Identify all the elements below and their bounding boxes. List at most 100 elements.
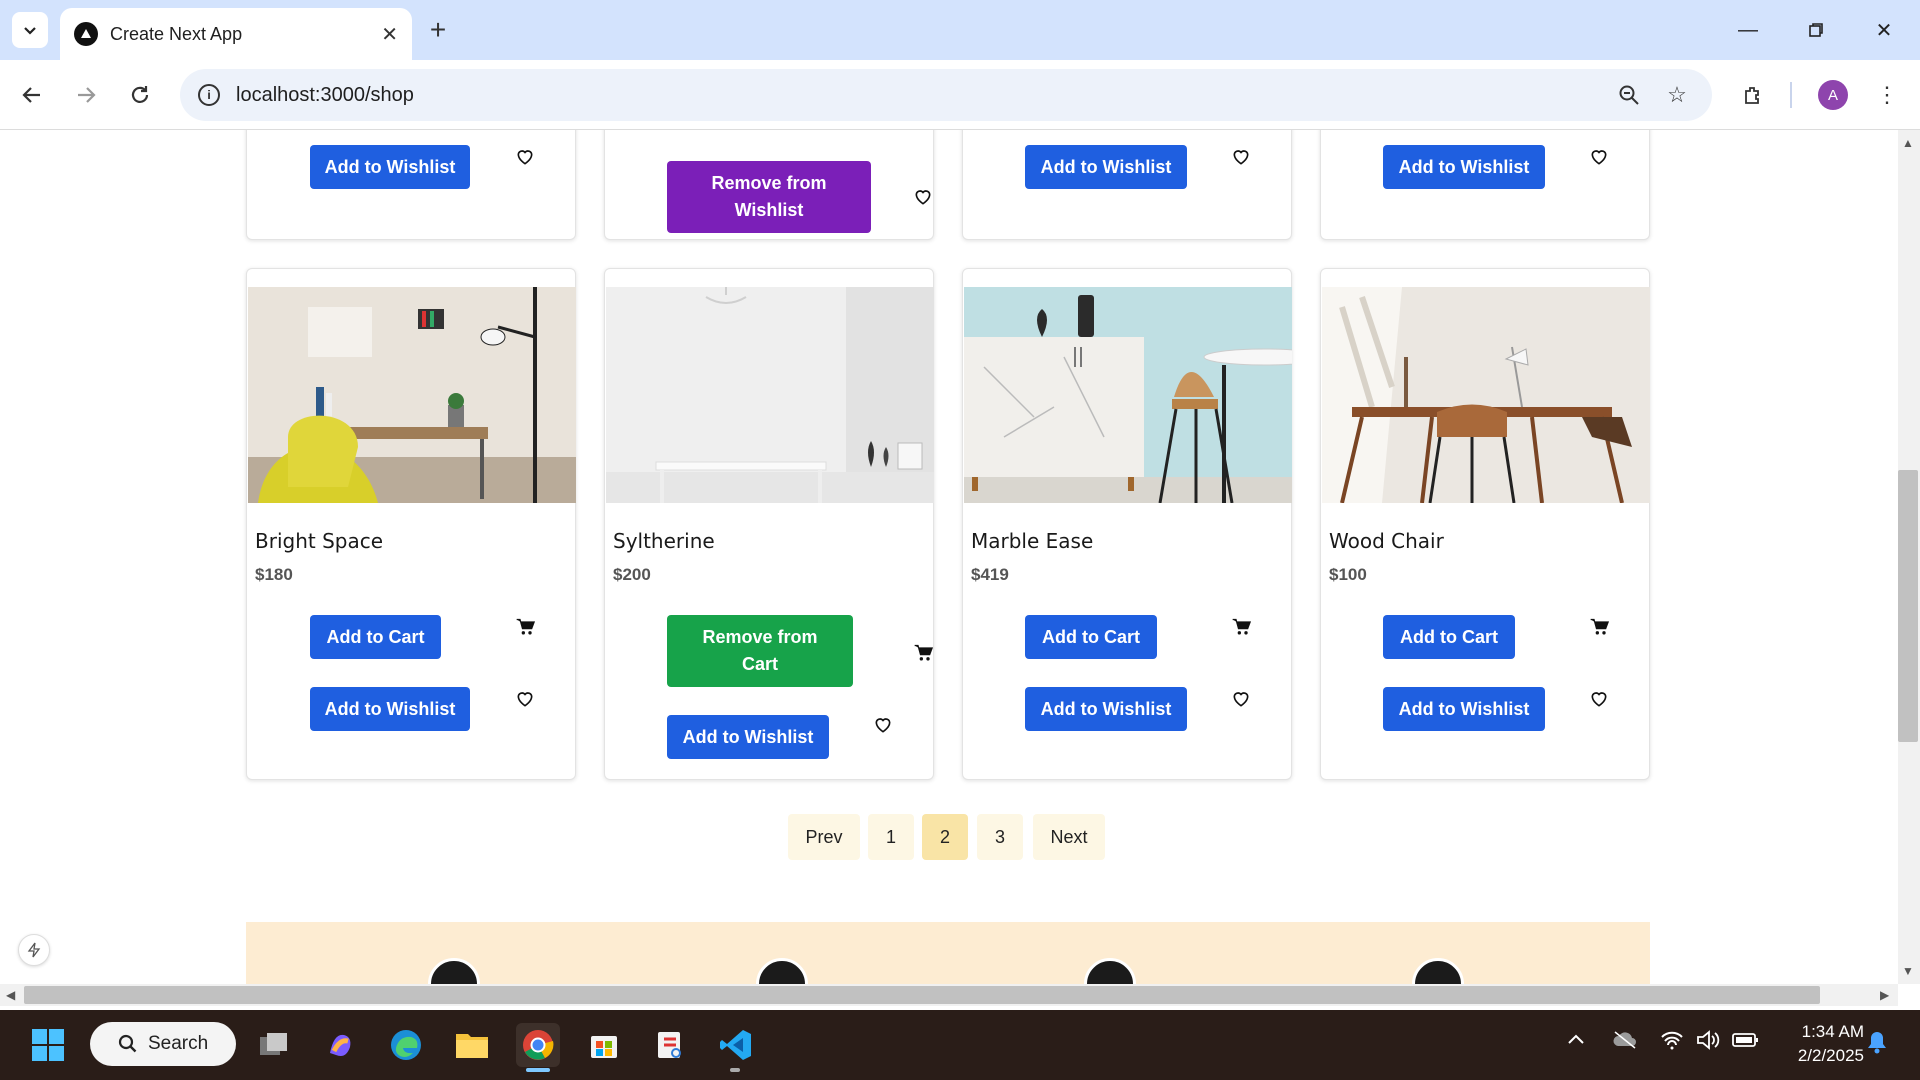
reload-icon — [131, 86, 149, 103]
profile-avatar[interactable]: A — [1818, 80, 1848, 110]
scroll-right-arrow-icon[interactable]: ▶ — [1880, 988, 1889, 1002]
microsoft-store-icon[interactable] — [582, 1023, 626, 1067]
nextjs-dev-indicator-icon[interactable] — [18, 934, 50, 966]
tab-title: Create Next App — [110, 23, 243, 44]
heart-icon[interactable] — [911, 185, 935, 209]
product-name: Syltherine — [613, 529, 715, 553]
pagination-next-button[interactable]: Next — [1033, 814, 1105, 860]
remove-from-cart-button[interactable]: Remove from Cart — [667, 615, 853, 687]
product-image[interactable] — [964, 287, 1292, 503]
add-to-cart-button[interactable]: Add to Cart — [1383, 615, 1515, 659]
chrome-taskbar-icon[interactable] — [516, 1023, 560, 1067]
tab-search-button[interactable] — [12, 12, 48, 48]
menu-kebab-icon[interactable]: ⋮ — [1872, 80, 1902, 110]
product-price: $100 — [1329, 565, 1367, 584]
add-to-wishlist-button[interactable]: Add to Wishlist — [1025, 687, 1187, 731]
product-card: Remove from Wishlist — [604, 130, 934, 240]
vscode-icon[interactable] — [714, 1023, 758, 1067]
file-explorer-icon[interactable] — [450, 1023, 494, 1067]
product-card-marble-ease[interactable]: Marble Ease $419 Add to Cart Add to Wish… — [962, 268, 1292, 780]
task-view-icon[interactable] — [252, 1023, 296, 1067]
new-tab-button[interactable]: + — [420, 12, 456, 48]
taskbar-clock[interactable]: 1:34 AM 2/2/2025 — [1774, 1020, 1864, 1068]
active-app-indicator — [526, 1068, 550, 1072]
browser-toolbar: i localhost:3000/shop ☆ A ⋮ — [0, 60, 1920, 130]
snipping-tool-icon[interactable] — [648, 1023, 692, 1067]
reload-button[interactable] — [122, 77, 158, 113]
minimize-button[interactable]: — — [1726, 10, 1770, 50]
arrow-left-icon — [22, 87, 40, 103]
pagination-page-1[interactable]: 1 — [868, 814, 914, 860]
heart-icon[interactable] — [513, 687, 537, 711]
notification-bell-icon[interactable] — [1866, 1030, 1888, 1059]
product-image[interactable] — [1322, 287, 1650, 503]
restore-icon — [1809, 23, 1823, 37]
chevron-down-icon — [24, 27, 36, 35]
horizontal-scrollbar-thumb[interactable] — [24, 986, 1820, 1004]
product-card-bright-space[interactable]: Bright Space $180 Add to Cart Add to Wis… — [246, 268, 576, 780]
cart-icon[interactable] — [1587, 615, 1611, 639]
product-card-wood-chair[interactable]: Wood Chair $100 Add to Cart Add to Wishl… — [1320, 268, 1650, 780]
product-card-syltherine[interactable]: Syltherine $200 Remove from Cart Add to … — [604, 268, 934, 780]
taskbar-search-box[interactable]: Search — [90, 1022, 236, 1066]
address-bar[interactable]: i localhost:3000/shop — [180, 69, 1712, 121]
site-info-icon[interactable]: i — [198, 84, 220, 106]
add-to-wishlist-button[interactable]: Add to Wishlist — [1383, 687, 1545, 731]
heart-icon[interactable] — [1587, 145, 1611, 169]
product-image[interactable] — [248, 287, 576, 503]
edge-browser-icon[interactable] — [384, 1023, 428, 1067]
add-to-cart-button[interactable]: Add to Cart — [310, 615, 441, 659]
heart-icon[interactable] — [1229, 145, 1253, 169]
heart-icon[interactable] — [1229, 687, 1253, 711]
product-name: Marble Ease — [971, 529, 1094, 553]
tab-close-icon[interactable]: ✕ — [381, 22, 398, 47]
forward-button[interactable] — [68, 77, 104, 113]
clock-time: 1:34 AM — [1801, 1022, 1864, 1041]
scroll-down-arrow-icon[interactable]: ▼ — [1902, 964, 1914, 978]
scroll-up-arrow-icon[interactable]: ▲ — [1902, 136, 1914, 150]
browser-tab-active[interactable]: Create Next App ✕ — [60, 8, 412, 60]
windows-start-icon[interactable] — [26, 1023, 70, 1067]
vertical-scrollbar-thumb[interactable] — [1898, 470, 1918, 742]
pagination-prev-button[interactable]: Prev — [788, 814, 860, 860]
back-button[interactable] — [14, 77, 50, 113]
add-to-wishlist-button[interactable]: Add to Wishlist — [310, 145, 470, 189]
volume-icon[interactable] — [1696, 1030, 1722, 1055]
wifi-icon[interactable] — [1660, 1030, 1684, 1055]
onedrive-cloud-icon[interactable] — [1612, 1030, 1638, 1055]
nextjs-favicon-icon — [74, 22, 98, 46]
add-to-wishlist-button[interactable]: Add to Wishlist — [667, 715, 829, 759]
cart-icon[interactable] — [1229, 615, 1253, 639]
tray-overflow-chevron-icon[interactable] — [1566, 1031, 1586, 1052]
add-to-cart-button[interactable]: Add to Cart — [1025, 615, 1157, 659]
search-label: Search — [148, 1033, 209, 1054]
restore-button[interactable] — [1794, 10, 1838, 50]
extensions-icon[interactable] — [1738, 80, 1768, 110]
battery-icon[interactable] — [1732, 1032, 1760, 1053]
scroll-left-arrow-icon[interactable]: ◀ — [6, 988, 15, 1002]
zoom-icon[interactable] — [1614, 80, 1644, 110]
add-to-wishlist-button[interactable]: Add to Wishlist — [310, 687, 470, 731]
product-name: Wood Chair — [1329, 529, 1444, 553]
product-card: Add to Wishlist — [1320, 130, 1650, 240]
browser-title-bar: Create Next App ✕ + — ✕ — [0, 0, 1920, 60]
add-to-wishlist-button[interactable]: Add to Wishlist — [1025, 145, 1187, 189]
remove-from-wishlist-button[interactable]: Remove from Wishlist — [667, 161, 871, 233]
pagination-page-3[interactable]: 3 — [977, 814, 1023, 860]
heart-icon[interactable] — [871, 713, 895, 737]
cart-icon[interactable] — [911, 641, 935, 665]
running-app-indicator — [730, 1068, 740, 1072]
product-card: Add to Wishlist — [962, 130, 1292, 240]
url-text: localhost:3000/shop — [236, 83, 414, 106]
pagination-page-2-active[interactable]: 2 — [922, 814, 968, 860]
copilot-icon[interactable] — [318, 1023, 362, 1067]
bookmark-star-icon[interactable]: ☆ — [1662, 80, 1692, 110]
close-window-button[interactable]: ✕ — [1862, 10, 1906, 50]
add-to-wishlist-button[interactable]: Add to Wishlist — [1383, 145, 1545, 189]
heart-icon[interactable] — [1587, 687, 1611, 711]
product-price: $200 — [613, 565, 651, 584]
cart-icon[interactable] — [513, 615, 537, 639]
heart-icon[interactable] — [513, 145, 537, 169]
search-icon — [118, 1034, 137, 1053]
product-image[interactable] — [606, 287, 934, 503]
